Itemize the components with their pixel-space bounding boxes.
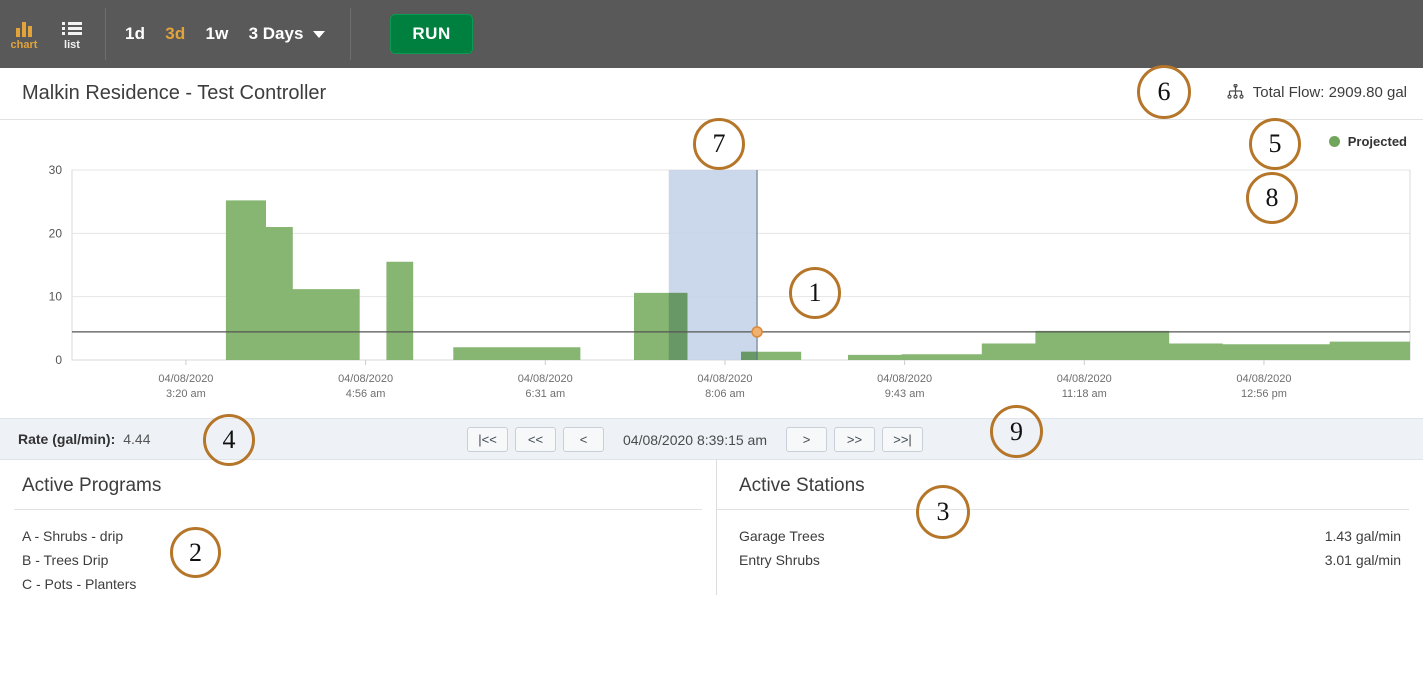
nav-current-datetime: 04/08/2020 8:39:15 am [623, 431, 768, 448]
active-program-item: B - Trees Drip [22, 552, 109, 568]
rate-value: 4.44 [123, 431, 151, 447]
top-toolbar: chart list 1d 3d 1w 3 Days RUN [0, 0, 1423, 68]
active-programs-panel: Active Programs A - Shrubs - drip B - Tre… [0, 460, 716, 595]
nav-prev-fast-button[interactable]: << [515, 427, 556, 452]
x-tick-time: 12:56 pm [1241, 388, 1287, 400]
active-station-row: Entry Shrubs 3.01 gal/min [739, 548, 1401, 572]
duration-dropdown[interactable]: 3 Days [239, 18, 332, 50]
x-tick-time: 6:31 am [525, 388, 566, 400]
x-tick-time: 9:43 am [884, 388, 925, 400]
toolbar-divider-1 [105, 8, 106, 60]
active-station-rate: 3.01 gal/min [1324, 552, 1401, 568]
x-tick-label: 04/08/2020 8:06 am [665, 372, 785, 402]
x-tick-date: 04/08/2020 [697, 373, 753, 385]
nav-next-button[interactable]: > [786, 427, 828, 452]
view-toggle-chart-label: chart [10, 39, 38, 51]
active-program-item: A - Shrubs - drip [22, 528, 124, 544]
active-programs-list: A - Shrubs - drip B - Trees Drip C - Pots … [0, 510, 716, 596]
x-tick-label: 04/08/2020 3:20 am [126, 372, 246, 402]
total-flow-group: Total Flow: 2909.80 gal [1227, 84, 1407, 101]
x-tick-time: 8:06 am [705, 388, 745, 400]
svg-text:10: 10 [49, 290, 63, 304]
rate-bar: Rate (gal/min): 4.44 |<< << < 04/08/2020… [0, 418, 1423, 460]
x-tick-date: 04/08/2020 [1236, 373, 1292, 385]
x-tick-time: 4:56 am [345, 388, 386, 400]
active-station-rate: 1.43 gal/min [1324, 528, 1401, 544]
bottom-panels: Active Programs A - Shrubs - drip B - Tre… [0, 460, 1423, 595]
chevron-down-icon [313, 30, 326, 38]
active-program-item: C - Pots - Planters [22, 576, 137, 592]
range-button-3d[interactable]: 3d [155, 18, 195, 50]
nav-next-fast-button[interactable]: >> [834, 427, 876, 452]
bar-chart-icon [15, 17, 33, 37]
app-root: chart list 1d 3d 1w 3 Days RUN Malkin Re… [0, 0, 1423, 673]
x-tick-date: 04/08/2020 [1056, 373, 1112, 385]
view-toggle-list[interactable]: list [48, 0, 96, 68]
active-stations-panel: Active Stations Garage Trees 1.43 gal/min… [716, 460, 1423, 595]
duration-dropdown-label: 3 Days [248, 24, 304, 43]
chart-plot[interactable]: 0 10 20 30 [0, 120, 1423, 370]
svg-text:0: 0 [55, 353, 62, 367]
title-row: Malkin Residence - Test Controller Total… [0, 68, 1423, 120]
x-tick-date: 04/08/2020 [517, 373, 573, 385]
rate-label: Rate (gal/min): [18, 431, 116, 447]
x-tick-date: 04/08/2020 [338, 373, 394, 385]
nav-prev-button[interactable]: < [563, 427, 604, 452]
toolbar-divider-2 [350, 8, 352, 60]
svg-text:20: 20 [49, 226, 63, 240]
active-stations-heading: Active Stations [739, 475, 865, 496]
list-icon [62, 17, 82, 37]
x-tick-time: 11:18 am [1061, 388, 1107, 400]
x-tick-label: 04/08/2020 6:31 am [485, 372, 605, 402]
nav-first-button[interactable]: |<< [467, 427, 508, 452]
total-flow-text: Total Flow: 2909.80 gal [1252, 84, 1407, 101]
range-button-1w[interactable]: 1w [196, 18, 239, 50]
x-tick-time: 3:20 am [166, 388, 206, 400]
active-programs-heading: Active Programs [22, 475, 162, 496]
x-tick-label: 04/08/2020 9:43 am [845, 372, 965, 402]
run-button[interactable]: RUN [390, 14, 473, 54]
view-toggle-chart[interactable]: chart [0, 0, 48, 68]
active-stations-list: Garage Trees 1.43 gal/min Entry Shrubs 3.01… [717, 510, 1423, 572]
manifold-icon [1227, 84, 1244, 99]
x-tick-label: 04/08/2020 12:56 pm [1204, 372, 1324, 402]
x-tick-label: 04/08/2020 4:56 am [306, 372, 426, 402]
x-tick-label: 04/08/2020 11:18 am [1024, 372, 1144, 402]
cursor-marker-dot [751, 326, 763, 338]
active-station-name: Entry Shrubs [739, 552, 820, 568]
range-button-1d[interactable]: 1d [115, 18, 155, 50]
svg-text:30: 30 [49, 163, 63, 177]
page-title: Malkin Residence - Test Controller [22, 82, 327, 104]
active-station-row: Garage Trees 1.43 gal/min [739, 524, 1401, 548]
x-tick-date: 04/08/2020 [877, 373, 933, 385]
x-tick-date: 04/08/2020 [158, 373, 214, 385]
view-toggle-list-label: list [64, 39, 80, 51]
flow-chart[interactable]: Flow Rate (gal/min) 0102030 04/08/20203:… [0, 120, 1423, 415]
active-station-name: Garage Trees [739, 528, 825, 544]
nav-last-button[interactable]: >>| [882, 427, 924, 452]
time-navigation: |<< << < 04/08/2020 8:39:15 am > >> >>| [467, 427, 924, 452]
